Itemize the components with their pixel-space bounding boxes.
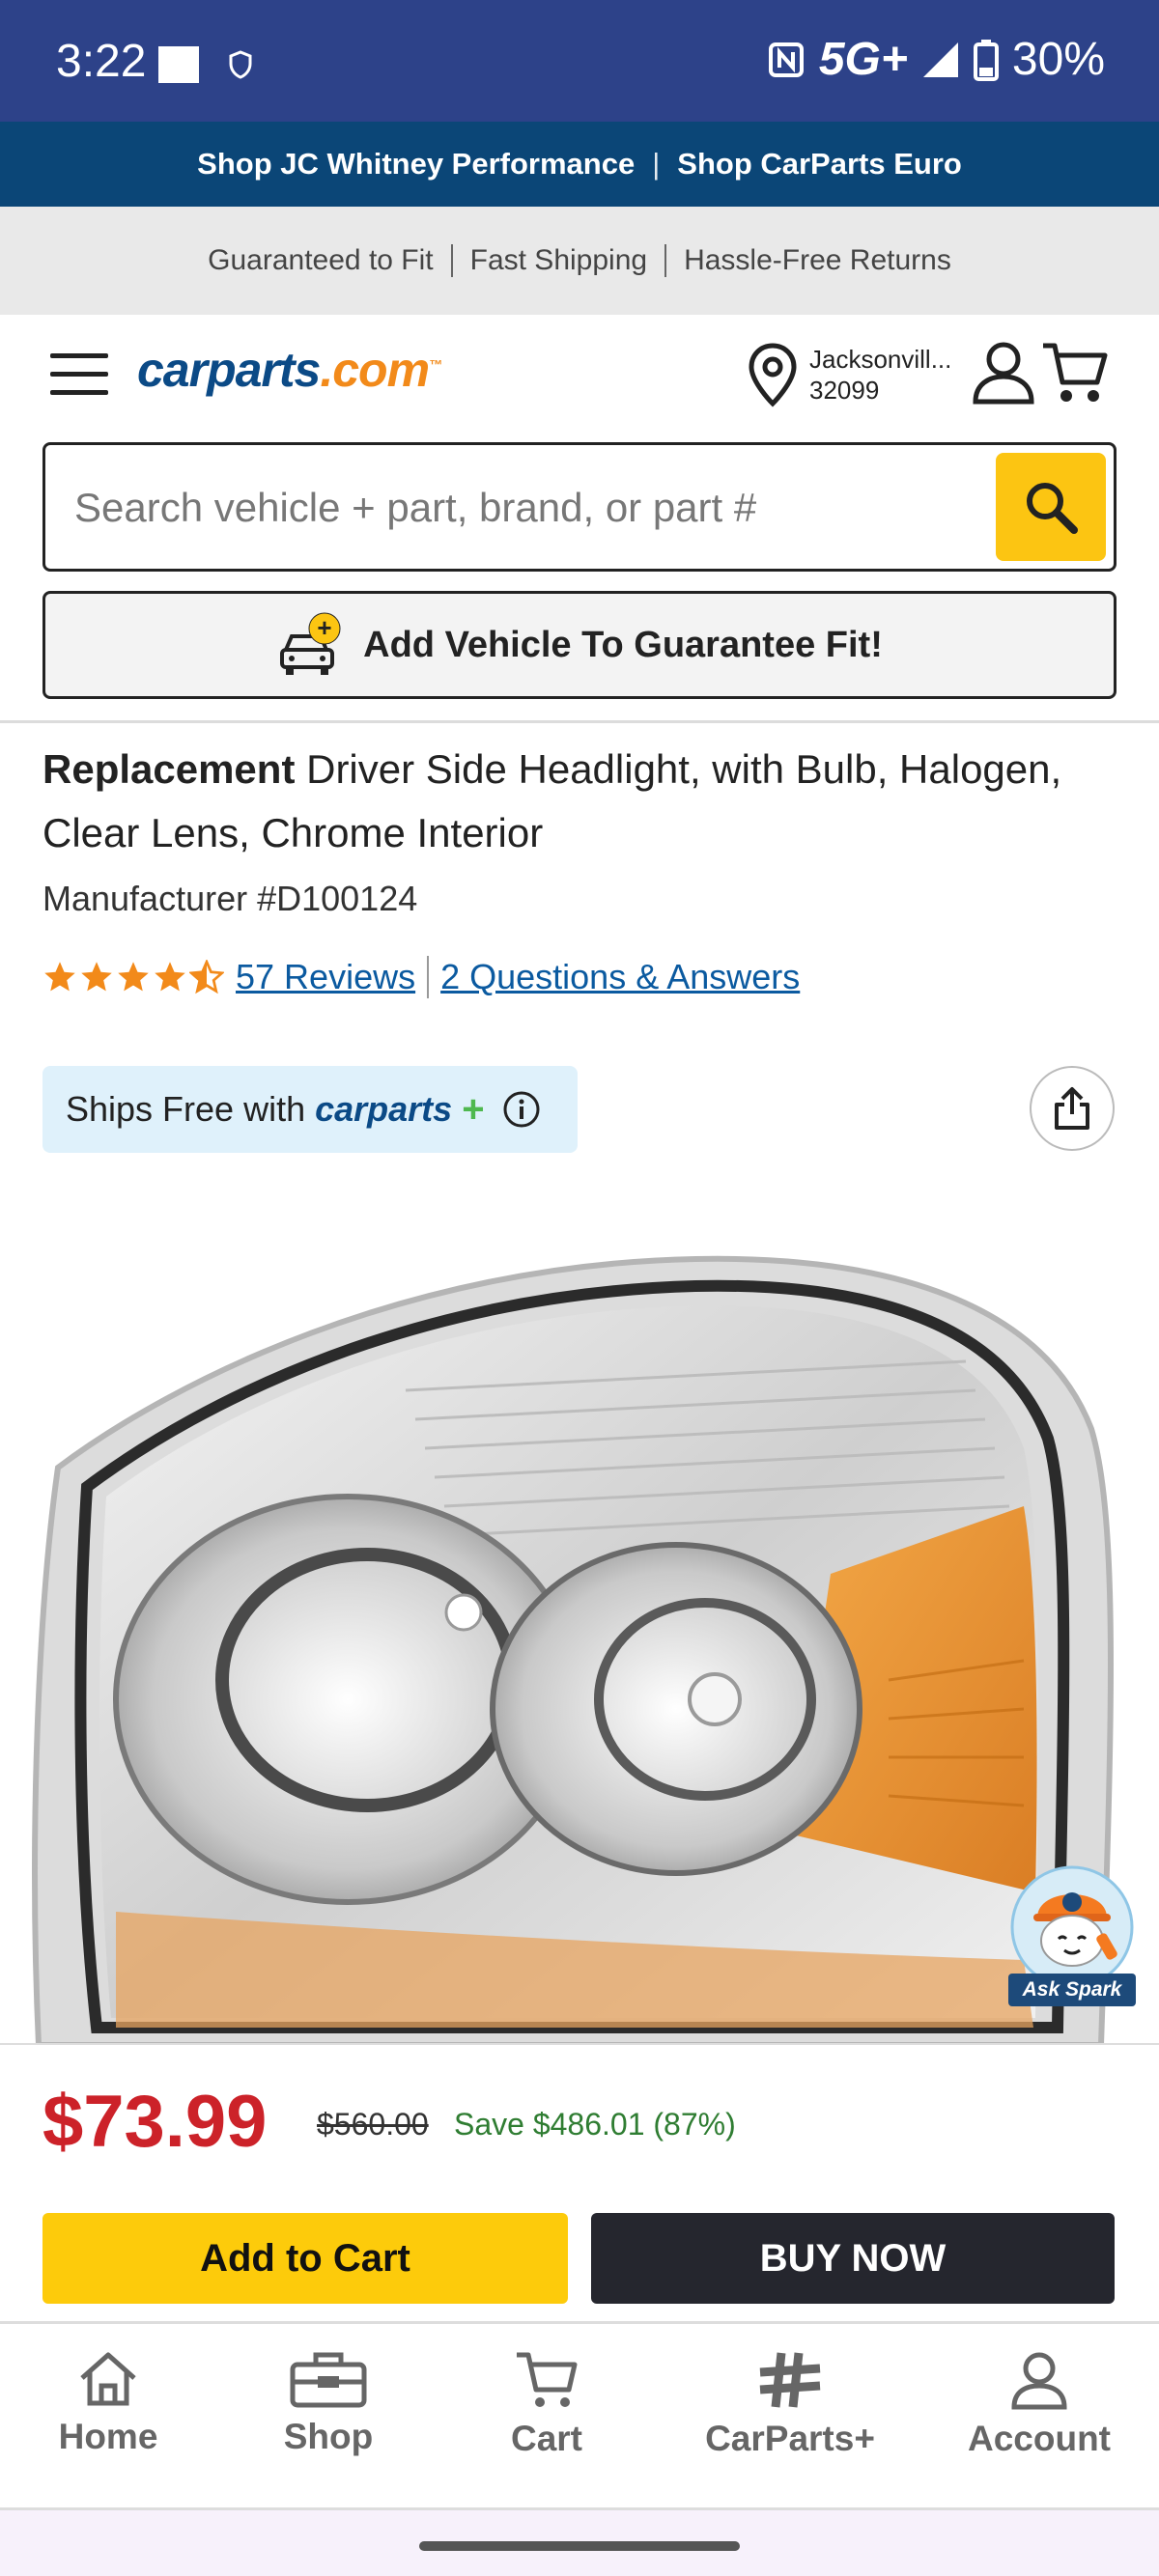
jc-whitney-link[interactable]: Shop JC Whitney Performance <box>197 147 635 182</box>
location-selector[interactable]: Jacksonvill... 32099 <box>809 344 951 406</box>
promo-separator: | <box>652 147 661 181</box>
section-divider <box>0 720 1159 723</box>
carparts-euro-link[interactable]: Shop CarParts Euro <box>677 147 962 182</box>
promo-bar: Shop JC Whitney Performance | Shop CarPa… <box>0 122 1159 207</box>
nav-home[interactable]: Home <box>2 2349 214 2457</box>
home-icon <box>80 2352 136 2406</box>
add-vehicle-label: Add Vehicle To Guarantee Fit! <box>363 624 883 665</box>
logo-suffix: .com <box>320 343 430 397</box>
home-gesture-bar[interactable] <box>419 2541 740 2551</box>
nav-account-label: Account <box>968 2419 1111 2458</box>
location-zip: 32099 <box>809 376 880 405</box>
star-icon <box>81 962 112 992</box>
product-title: Replacement Driver Side Headlight, with … <box>42 738 1124 865</box>
cart-icon[interactable] <box>1041 340 1109 406</box>
search-input[interactable] <box>74 474 1002 542</box>
rating-row: 57 Reviews 2 Questions & Answers <box>42 956 800 998</box>
current-price: $73.99 <box>42 2081 268 2163</box>
logo-trademark: ™ <box>429 356 442 373</box>
toolbox-icon <box>290 2352 367 2408</box>
nfc-icon <box>768 42 804 77</box>
savings-text: Save $486.01 (87%) <box>454 2107 736 2142</box>
half-star-icon <box>189 960 224 994</box>
carparts-plus-logo: carparts <box>315 1089 453 1129</box>
trust-shipping: Fast Shipping <box>469 244 648 276</box>
trust-divider <box>664 244 667 277</box>
site-header: carparts.com™ Jacksonvill... 32099 <box>0 315 1159 440</box>
star-rating[interactable] <box>42 960 224 994</box>
ships-free-text: Ships Free with <box>66 1089 306 1129</box>
bottom-navigation: Home Shop Cart CarParts+ Account <box>0 2321 1159 2510</box>
status-indicators: 5G+ 30% <box>767 33 1105 86</box>
network-type: 5G+ <box>818 34 908 85</box>
status-time: 3:22 <box>56 36 147 87</box>
nav-account[interactable]: Account <box>933 2349 1145 2459</box>
questions-link[interactable]: 2 Questions & Answers <box>440 957 800 997</box>
trust-divider <box>450 244 453 277</box>
ask-spark-label: Ask Spark <box>1008 1974 1136 2006</box>
signal-icon <box>922 42 958 77</box>
product-image[interactable] <box>0 1159 1159 2045</box>
headlight-image <box>32 1255 1114 2045</box>
status-bar: 3:22 5G+ 30% <box>0 0 1159 122</box>
search-icon <box>1027 483 1078 534</box>
original-price: $560.00 <box>317 2107 429 2142</box>
nav-shop[interactable]: Shop <box>222 2349 435 2457</box>
nav-cart-label: Cart <box>510 2419 583 2458</box>
star-icon <box>155 962 185 992</box>
trust-guaranteed: Guaranteed to Fit <box>208 244 434 276</box>
trust-bar: Guaranteed to Fit Fast Shipping Hassle-F… <box>0 207 1159 315</box>
buy-now-button[interactable]: BUY NOW <box>591 2213 1115 2304</box>
nav-cart[interactable]: Cart <box>440 2349 653 2459</box>
reviews-link[interactable]: 57 Reviews <box>236 957 415 997</box>
carparts-plus-sign: + <box>462 1087 485 1131</box>
ships-free-badge[interactable]: Ships Free with carparts + <box>42 1066 578 1153</box>
carparts-plus-icon <box>759 2352 821 2408</box>
share-button[interactable] <box>1030 1066 1115 1151</box>
share-icon <box>1055 1087 1089 1130</box>
star-icon <box>44 962 75 992</box>
price-panel: $73.99 $560.00 Save $486.01 (87%) Add to… <box>0 2043 1159 2323</box>
logo-main: carparts <box>137 343 321 397</box>
search-button[interactable] <box>996 453 1106 561</box>
nav-home-label: Home <box>58 2417 158 2456</box>
cart-nav-icon <box>517 2352 578 2407</box>
info-icon[interactable] <box>502 1090 541 1129</box>
ask-spark-button[interactable]: Ask Spark <box>1008 1863 1136 2008</box>
nav-carparts-plus-label: CarParts+ <box>705 2419 875 2458</box>
spark-mascot-icon <box>1010 1865 1134 1989</box>
search-box <box>42 442 1117 572</box>
manufacturer-number: Manufacturer #D100124 <box>42 879 418 918</box>
notification-icon <box>158 46 199 83</box>
nav-shop-label: Shop <box>283 2417 374 2456</box>
star-icon <box>118 962 149 992</box>
account-nav-icon <box>1011 2352 1067 2410</box>
account-icon[interactable] <box>970 338 1037 406</box>
menu-icon[interactable] <box>50 353 108 396</box>
shield-icon <box>229 50 252 79</box>
product-brand: Replacement <box>42 746 296 792</box>
add-to-cart-button[interactable]: Add to Cart <box>42 2213 568 2304</box>
add-vehicle-button[interactable]: + Add Vehicle To Guarantee Fit! <box>42 591 1117 699</box>
location-pin-icon[interactable] <box>746 342 800 407</box>
battery-icon <box>973 39 999 81</box>
nav-carparts-plus[interactable]: CarParts+ <box>684 2349 896 2459</box>
trust-returns: Hassle-Free Returns <box>684 244 951 276</box>
battery-level: 30% <box>1011 34 1105 85</box>
car-plus-icon: + <box>280 612 341 675</box>
add-vehicle-badge: + <box>318 613 332 642</box>
rating-divider <box>427 956 430 998</box>
location-city: Jacksonvill... <box>809 345 952 374</box>
site-logo[interactable]: carparts.com™ <box>137 342 442 398</box>
